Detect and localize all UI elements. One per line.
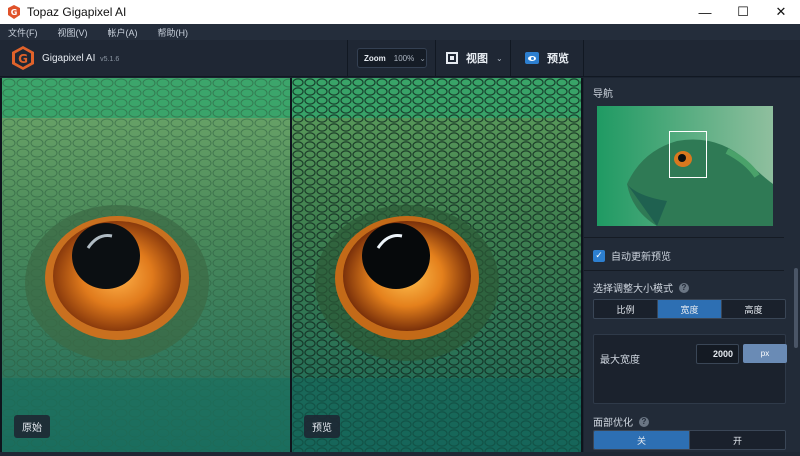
face-refinement-title: 面部优化 ? bbox=[593, 414, 649, 429]
menu-account[interactable]: 帐户(A) bbox=[108, 26, 138, 39]
menu-bar: 文件(F) 视图(V) 帐户(A) 帮助(H) bbox=[0, 24, 800, 40]
chevron-down-icon: ⌄ bbox=[419, 53, 426, 63]
preview-pane[interactable]: 预览 bbox=[292, 78, 581, 452]
face-refinement-off[interactable]: 关 bbox=[594, 431, 690, 449]
side-panel: 导航 ✓ 自动更新预览 选择调整大小模式 ? 比例 宽度 高度 最大宽度 200… bbox=[584, 78, 800, 452]
unit-select[interactable]: px bbox=[743, 344, 787, 363]
preview-image bbox=[292, 78, 581, 452]
help-icon[interactable]: ? bbox=[639, 416, 649, 427]
face-refinement-selector: 关 开 bbox=[593, 430, 786, 450]
view-mode-button[interactable]: 视图 ⌄ bbox=[446, 49, 503, 67]
original-pane[interactable]: 原始 bbox=[2, 78, 290, 452]
resize-mode-selector: 比例 宽度 高度 bbox=[593, 299, 786, 319]
preview-button[interactable]: 预览 bbox=[525, 49, 569, 67]
original-image bbox=[2, 78, 290, 452]
auto-update-toggle[interactable]: ✓ 自动更新预览 bbox=[593, 248, 671, 263]
auto-update-label: 自动更新预览 bbox=[611, 252, 671, 263]
face-refinement-label: 面部优化 bbox=[593, 418, 633, 429]
svg-text:G: G bbox=[11, 8, 18, 17]
toolbar-divider bbox=[583, 40, 584, 77]
menu-help[interactable]: 帮助(H) bbox=[158, 26, 189, 39]
window-titlebar: G Topaz Gigapixel AI — ☐ ✕ bbox=[0, 0, 800, 24]
max-width-label: 最大宽度 bbox=[600, 355, 640, 366]
image-viewer[interactable]: 原始 预览 bbox=[0, 78, 583, 452]
toolbar-divider bbox=[347, 40, 348, 77]
preview-pane-label: 预览 bbox=[304, 415, 340, 438]
divider bbox=[584, 270, 784, 271]
svg-text:G: G bbox=[18, 52, 28, 66]
resize-mode-scale[interactable]: 比例 bbox=[594, 300, 658, 318]
brand-name: Gigapixel AI v5.1.6 bbox=[42, 53, 119, 64]
toolbar-divider bbox=[435, 40, 436, 77]
gigapixel-logo-icon: G bbox=[12, 46, 34, 70]
app-logo-icon: G bbox=[8, 5, 20, 19]
divider bbox=[584, 237, 784, 238]
eye-icon bbox=[525, 52, 539, 64]
toolbar-divider bbox=[510, 40, 511, 77]
preview-label: 预览 bbox=[547, 53, 569, 65]
brand-title: Gigapixel AI bbox=[42, 53, 96, 64]
menu-view[interactable]: 视图(V) bbox=[58, 26, 88, 39]
split-view-icon bbox=[446, 52, 458, 64]
navigator-thumbnail[interactable] bbox=[597, 106, 773, 226]
navigator-viewport-box[interactable] bbox=[669, 131, 707, 178]
resize-mode-title: 选择调整大小模式 ? bbox=[593, 280, 689, 295]
window-title: Topaz Gigapixel AI bbox=[27, 5, 127, 19]
zoom-value: 100% bbox=[393, 53, 415, 63]
zoom-label: Zoom bbox=[364, 53, 386, 63]
max-width-box: 最大宽度 2000 px bbox=[593, 334, 787, 404]
close-button[interactable]: ✕ bbox=[762, 0, 800, 24]
toolbar: G Gigapixel AI v5.1.6 Zoom 100% ⌄ 视图 ⌄ 预… bbox=[0, 40, 800, 77]
face-refinement-on[interactable]: 开 bbox=[690, 431, 785, 449]
chevron-down-icon: ⌄ bbox=[496, 53, 503, 63]
minimize-button[interactable]: — bbox=[686, 0, 724, 24]
help-icon[interactable]: ? bbox=[679, 282, 689, 293]
resize-mode-width[interactable]: 宽度 bbox=[658, 300, 722, 318]
maximize-button[interactable]: ☐ bbox=[724, 0, 762, 24]
resize-mode-height[interactable]: 高度 bbox=[722, 300, 785, 318]
checkbox-checked-icon[interactable]: ✓ bbox=[593, 249, 605, 262]
resize-mode-label: 选择调整大小模式 bbox=[593, 284, 673, 295]
view-label: 视图 bbox=[466, 53, 488, 65]
menu-file[interactable]: 文件(F) bbox=[8, 26, 38, 39]
original-label: 原始 bbox=[14, 415, 50, 438]
max-width-input[interactable]: 2000 bbox=[696, 344, 739, 364]
version-label: v5.1.6 bbox=[100, 56, 120, 63]
navigation-title: 导航 bbox=[593, 89, 613, 100]
bottom-strip bbox=[0, 452, 800, 456]
side-panel-scrollbar[interactable] bbox=[794, 268, 798, 348]
zoom-select[interactable]: Zoom 100% ⌄ bbox=[357, 48, 427, 68]
